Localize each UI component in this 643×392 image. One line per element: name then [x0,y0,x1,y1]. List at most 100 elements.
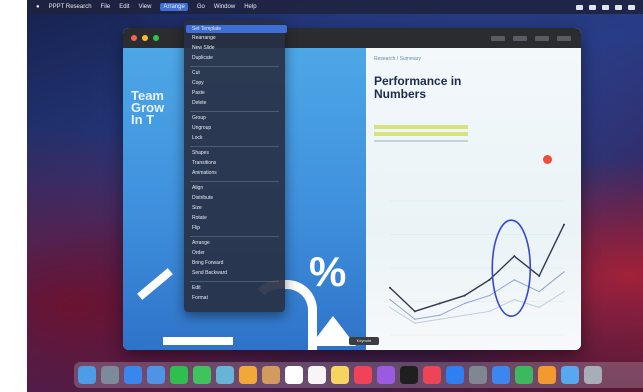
menu-edit[interactable]: Edit [119,4,129,10]
mail-icon[interactable] [147,366,165,384]
calendar-icon[interactable] [285,366,303,384]
chart-point [488,310,491,313]
chart-point [389,286,391,289]
finder-icon[interactable] [78,366,96,384]
chart-point [513,298,515,301]
menu-view[interactable]: View [139,4,152,10]
numbers-icon[interactable] [515,366,533,384]
menu-item[interactable]: Animations [192,170,217,176]
menu-item[interactable]: Size [192,205,202,211]
percent-symbol: % [309,248,347,295]
menu-item[interactable]: Cut [192,70,200,76]
menu-separator [190,281,279,282]
menu-go[interactable]: Go [197,4,205,10]
breadcrumb: Research / Summary [374,56,421,62]
maps-icon[interactable] [216,366,234,384]
menu-item[interactable]: Duplicate [192,55,213,61]
menu-item[interactable]: Bring Forward [192,260,223,266]
menu-item[interactable]: Copy [192,80,204,86]
menu-item[interactable]: Lock [192,135,203,141]
menu-item[interactable]: Flip [192,225,200,231]
desktop: ● PPPT Research File Edit View Arrange G… [27,0,643,392]
toolbar-button[interactable] [491,35,505,41]
chart-point [389,306,391,309]
menu-item[interactable]: Paste [192,90,205,96]
menu-item[interactable]: Shapes [192,150,209,156]
chart-point [389,298,391,301]
slide-left-text: Team Grow In T [131,89,164,126]
menu-item[interactable]: Delete [192,100,206,106]
chart-series-line [389,271,565,320]
menu-item[interactable]: Order [192,250,205,256]
pages-icon[interactable] [538,366,556,384]
settings-icon[interactable] [469,366,487,384]
search-icon[interactable] [602,4,609,10]
zoom-window-button[interactable] [153,35,159,41]
menu-file[interactable]: File [101,4,111,10]
chart-point [438,302,441,305]
menu-item[interactable]: Rotate [192,215,207,221]
menu-item[interactable]: Transitions [192,160,216,166]
wifi-icon[interactable] [589,4,596,10]
menu-item[interactable]: Ungroup [192,125,211,131]
menu-item[interactable]: Align [192,185,203,191]
chart-point [463,314,466,316]
chart-point [563,223,565,226]
menu-item[interactable]: Group [192,115,206,121]
menu-item[interactable]: Arrange [192,240,210,246]
menu-bar: ● PPPT Research File Edit View Arrange G… [27,0,643,14]
folder-icon[interactable] [561,366,579,384]
control-center-icon[interactable] [615,4,622,10]
launchpad-icon[interactable] [101,366,119,384]
toolbar-button[interactable] [557,35,571,41]
tv-icon[interactable] [400,366,418,384]
menu-item[interactable]: Rearrange [192,35,216,41]
menu-item[interactable]: Distribute [192,195,213,201]
close-window-button[interactable] [131,35,137,41]
slide-right-panel[interactable]: Research / Summary Performance in Number… [366,48,581,350]
dock-tooltip: Keynote [349,337,379,345]
podcasts-icon[interactable] [377,366,395,384]
safari-icon[interactable] [124,366,142,384]
apple-menu-icon[interactable]: ● [36,4,40,10]
menu-item[interactable]: Send Backward [192,270,227,276]
chart-point [513,279,515,281]
battery-icon[interactable] [576,4,583,10]
menu-arrange[interactable]: Arrange [160,3,188,11]
menu-window[interactable]: Window [214,4,235,10]
menu-help[interactable]: Help [244,4,256,10]
reminders-icon[interactable] [308,366,326,384]
chart-point [463,294,466,297]
contacts-icon[interactable] [262,366,280,384]
arrange-dropdown-menu: Set Template Rearrange New Slide Duplicate C… [184,20,287,312]
toolbar-button[interactable] [513,35,527,41]
dock [74,362,643,388]
keynote-icon[interactable] [492,366,510,384]
trash-icon[interactable] [584,366,602,384]
menu-item[interactable]: New Slide [192,45,215,51]
messages-icon[interactable] [193,366,211,384]
text-line [374,140,468,142]
notes-icon[interactable] [331,366,349,384]
toolbar-button[interactable] [535,35,549,41]
news-icon[interactable] [423,366,441,384]
chart-point [439,314,441,316]
menu-app-name[interactable]: PPPT Research [49,4,92,10]
menu-separator [190,66,279,67]
chart-point [538,274,541,277]
menu-item[interactable]: Format [192,295,208,301]
facetime-icon[interactable] [170,366,188,384]
appstore-icon[interactable] [446,366,464,384]
menu-separator [190,146,279,147]
music-icon[interactable] [354,366,372,384]
photos-icon[interactable] [239,366,257,384]
menu-item[interactable]: Set Template [186,25,287,33]
chart-point [414,322,416,324]
clock-icon[interactable] [628,4,635,10]
chart-point [439,318,441,320]
minimize-window-button[interactable] [142,35,148,41]
menu-item[interactable]: Edit [192,285,201,291]
chart-point [513,255,516,258]
highlight-line [374,125,468,129]
highlight-line [374,132,468,136]
